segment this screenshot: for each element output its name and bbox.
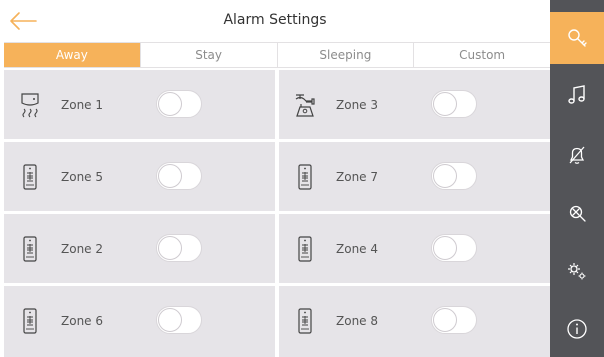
door-sensor-icon bbox=[23, 164, 37, 190]
sidebar-item-settings[interactable] bbox=[550, 246, 604, 296]
smoke-detector-icon bbox=[21, 93, 39, 118]
header: Alarm Settings bbox=[0, 0, 550, 42]
zone-8-toggle[interactable] bbox=[431, 306, 477, 334]
zone-label: Zone 3 bbox=[336, 98, 378, 112]
zone-4-toggle[interactable] bbox=[431, 234, 477, 262]
tab-custom[interactable]: Custom bbox=[414, 43, 550, 67]
gas-detector-icon bbox=[295, 94, 315, 117]
toggle-knob bbox=[433, 164, 457, 188]
zone-label: Zone 8 bbox=[336, 314, 378, 328]
zone-cell: Zone 3 bbox=[279, 70, 550, 139]
zone-1-toggle[interactable] bbox=[156, 90, 202, 118]
zone-label: Zone 7 bbox=[336, 170, 378, 184]
zone-cell: Zone 8 bbox=[279, 286, 550, 357]
door-sensor-icon bbox=[23, 236, 37, 262]
zone-7-toggle[interactable] bbox=[431, 162, 477, 190]
tab-stay[interactable]: Stay bbox=[141, 43, 278, 67]
info-icon bbox=[567, 319, 587, 339]
zone-cell: Zone 7 bbox=[279, 142, 550, 211]
toggle-knob bbox=[433, 92, 457, 116]
key-icon bbox=[568, 29, 587, 47]
sidebar-item-keys[interactable] bbox=[550, 12, 604, 64]
zone-3-toggle[interactable] bbox=[431, 90, 477, 118]
bell-off-icon bbox=[569, 146, 585, 164]
main-panel: Alarm Settings Away Stay Sleeping Custom… bbox=[0, 0, 550, 357]
wrench-icon bbox=[569, 205, 586, 222]
gears-icon bbox=[568, 263, 586, 280]
door-sensor-icon bbox=[23, 308, 37, 334]
sidebar-item-info[interactable] bbox=[550, 304, 604, 354]
zone-cell: Zone 2 bbox=[4, 214, 275, 283]
zone-label: Zone 6 bbox=[61, 314, 103, 328]
zone-cell: Zone 4 bbox=[279, 214, 550, 283]
zone-label: Zone 5 bbox=[61, 170, 103, 184]
sidebar-item-music[interactable] bbox=[550, 70, 604, 120]
door-sensor-icon bbox=[298, 308, 312, 334]
zone-label: Zone 2 bbox=[61, 242, 103, 256]
zone-2-toggle[interactable] bbox=[156, 234, 202, 262]
page-title: Alarm Settings bbox=[223, 12, 327, 28]
door-sensor-icon bbox=[298, 236, 312, 262]
door-sensor-icon bbox=[298, 164, 312, 190]
toggle-knob bbox=[433, 308, 457, 332]
music-note-icon bbox=[568, 85, 585, 104]
sidebar-item-maintenance[interactable] bbox=[550, 188, 604, 238]
toggle-knob bbox=[158, 308, 182, 332]
zone-6-toggle[interactable] bbox=[156, 306, 202, 334]
zone-cell: Zone 5 bbox=[4, 142, 275, 211]
zone-label: Zone 1 bbox=[61, 98, 103, 112]
tab-away[interactable]: Away bbox=[4, 43, 141, 67]
zone-cell: Zone 6 bbox=[4, 286, 275, 357]
toggle-knob bbox=[158, 164, 182, 188]
toggle-knob bbox=[158, 236, 182, 260]
toggle-knob bbox=[433, 236, 457, 260]
mode-tabs: Away Stay Sleeping Custom bbox=[4, 42, 550, 68]
zone-cell: Zone 1 bbox=[4, 70, 275, 139]
zone-label: Zone 4 bbox=[336, 242, 378, 256]
toggle-knob bbox=[158, 92, 182, 116]
zone-5-toggle[interactable] bbox=[156, 162, 202, 190]
zone-grid: Zone 1 Zone 3 Zone 5 Zone 7 Zone 2 Zone … bbox=[4, 70, 550, 357]
tab-sleeping[interactable]: Sleeping bbox=[278, 43, 415, 67]
sidebar bbox=[550, 0, 604, 357]
sidebar-item-mute[interactable] bbox=[550, 130, 604, 180]
